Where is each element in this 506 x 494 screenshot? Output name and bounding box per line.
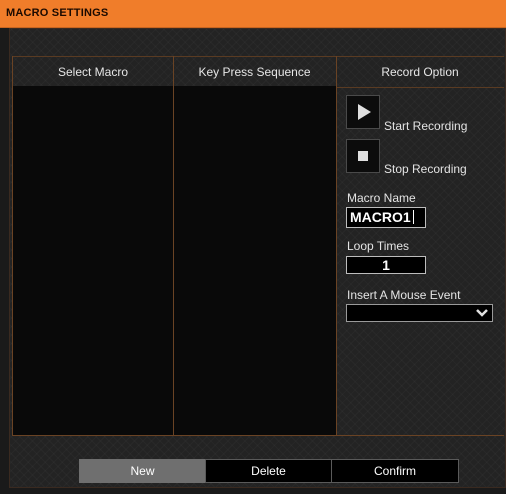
new-button[interactable]: New [79,459,206,483]
stop-recording-button[interactable] [346,139,380,173]
mouse-event-select[interactable] [346,304,493,322]
macro-name-value: MACRO1 [350,209,411,225]
text-cursor [412,210,414,224]
select-macro-header-label: Select Macro [57,65,129,79]
column-divider [173,56,174,436]
play-icon [358,104,371,120]
stop-icon [358,151,368,161]
start-recording-button[interactable] [346,95,380,129]
chevron-down-icon [476,309,488,317]
macro-name-field[interactable]: MACRO1 [346,207,426,228]
bottom-divider [12,435,504,436]
stop-recording-label[interactable]: Stop Recording [384,162,467,176]
column-divider [336,56,337,436]
macro-name-label: Macro Name [347,191,416,205]
key-press-sequence-header-label: Key Press Sequence [198,65,311,79]
loop-times-field[interactable]: 1 [346,256,426,274]
key-press-sequence-header: Key Press Sequence [173,56,336,88]
loop-times-value: 1 [382,257,390,273]
start-recording-label[interactable]: Start Recording [384,119,467,133]
title-bar: MACRO SETTINGS [0,0,506,28]
record-option-header: Record Option [336,56,504,88]
delete-button[interactable]: Delete [205,459,332,483]
record-option-header-label: Record Option [381,65,459,79]
loop-times-label: Loop Times [347,239,410,253]
window-title: MACRO SETTINGS [6,7,109,19]
mouse-event-label: Insert A Mouse Event [347,288,461,302]
select-macro-header: Select Macro [13,56,173,88]
select-macro-list[interactable] [13,86,173,435]
column-divider [12,56,13,436]
confirm-button[interactable]: Confirm [331,459,459,483]
key-press-sequence-list[interactable] [174,86,336,435]
